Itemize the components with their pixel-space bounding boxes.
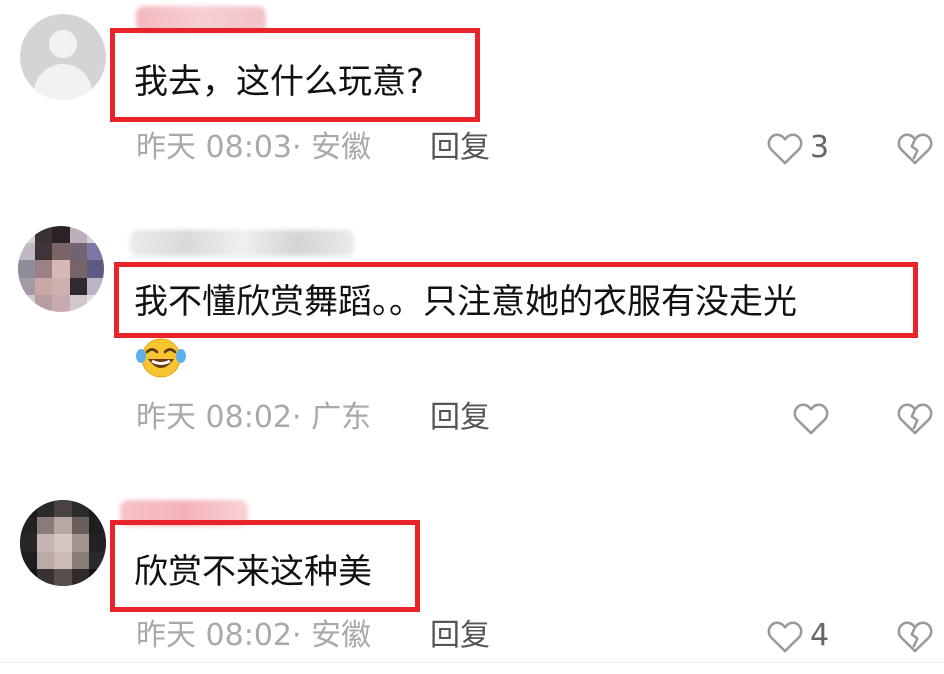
laughing-crying-emoji [136,336,186,384]
dislike-button[interactable] [896,618,934,658]
broken-heart-icon [897,133,933,165]
comment-location: · 安徽 [292,130,372,165]
heart-outline-icon [793,403,829,435]
avatar[interactable] [20,14,106,100]
divider [0,662,944,663]
heart-outline-icon [767,621,803,653]
like-button[interactable] [792,400,836,436]
comment-location: · 安徽 [292,618,372,653]
dislike-button[interactable] [896,130,934,170]
reply-button[interactable]: 回复 [430,130,490,166]
comment-timestamp: 昨天 08:02 [136,618,292,653]
avatar[interactable] [20,500,106,586]
comment-meta: 昨天 08:03· 安徽 [136,130,371,166]
dislike-button[interactable] [896,400,934,440]
comment-meta: 昨天 08:02· 安徽 [136,618,371,654]
username-blurred[interactable] [130,230,354,256]
like-count: 3 [810,130,830,165]
like-count: 4 [810,618,830,653]
comment-timestamp: 昨天 08:02 [136,400,292,435]
comment-timestamp: 昨天 08:03 [136,130,292,165]
avatar[interactable] [18,226,104,312]
broken-heart-icon [897,403,933,435]
reply-button[interactable]: 回复 [430,618,490,654]
like-button[interactable]: 4 [766,618,829,654]
comment-meta: 昨天 08:02· 广东 [136,400,371,436]
broken-heart-icon [897,621,933,653]
comment-text: 欣赏不来这种美 [134,552,372,592]
heart-outline-icon [767,133,803,165]
comment-location: · 广东 [292,400,372,435]
comment-text: 我去，这什么玩意? [134,62,425,102]
like-button[interactable]: 3 [766,130,829,166]
comment-text: 我不懂欣赏舞蹈。。只注意她的衣服有没走光 [134,282,797,322]
reply-button[interactable]: 回复 [430,400,490,436]
